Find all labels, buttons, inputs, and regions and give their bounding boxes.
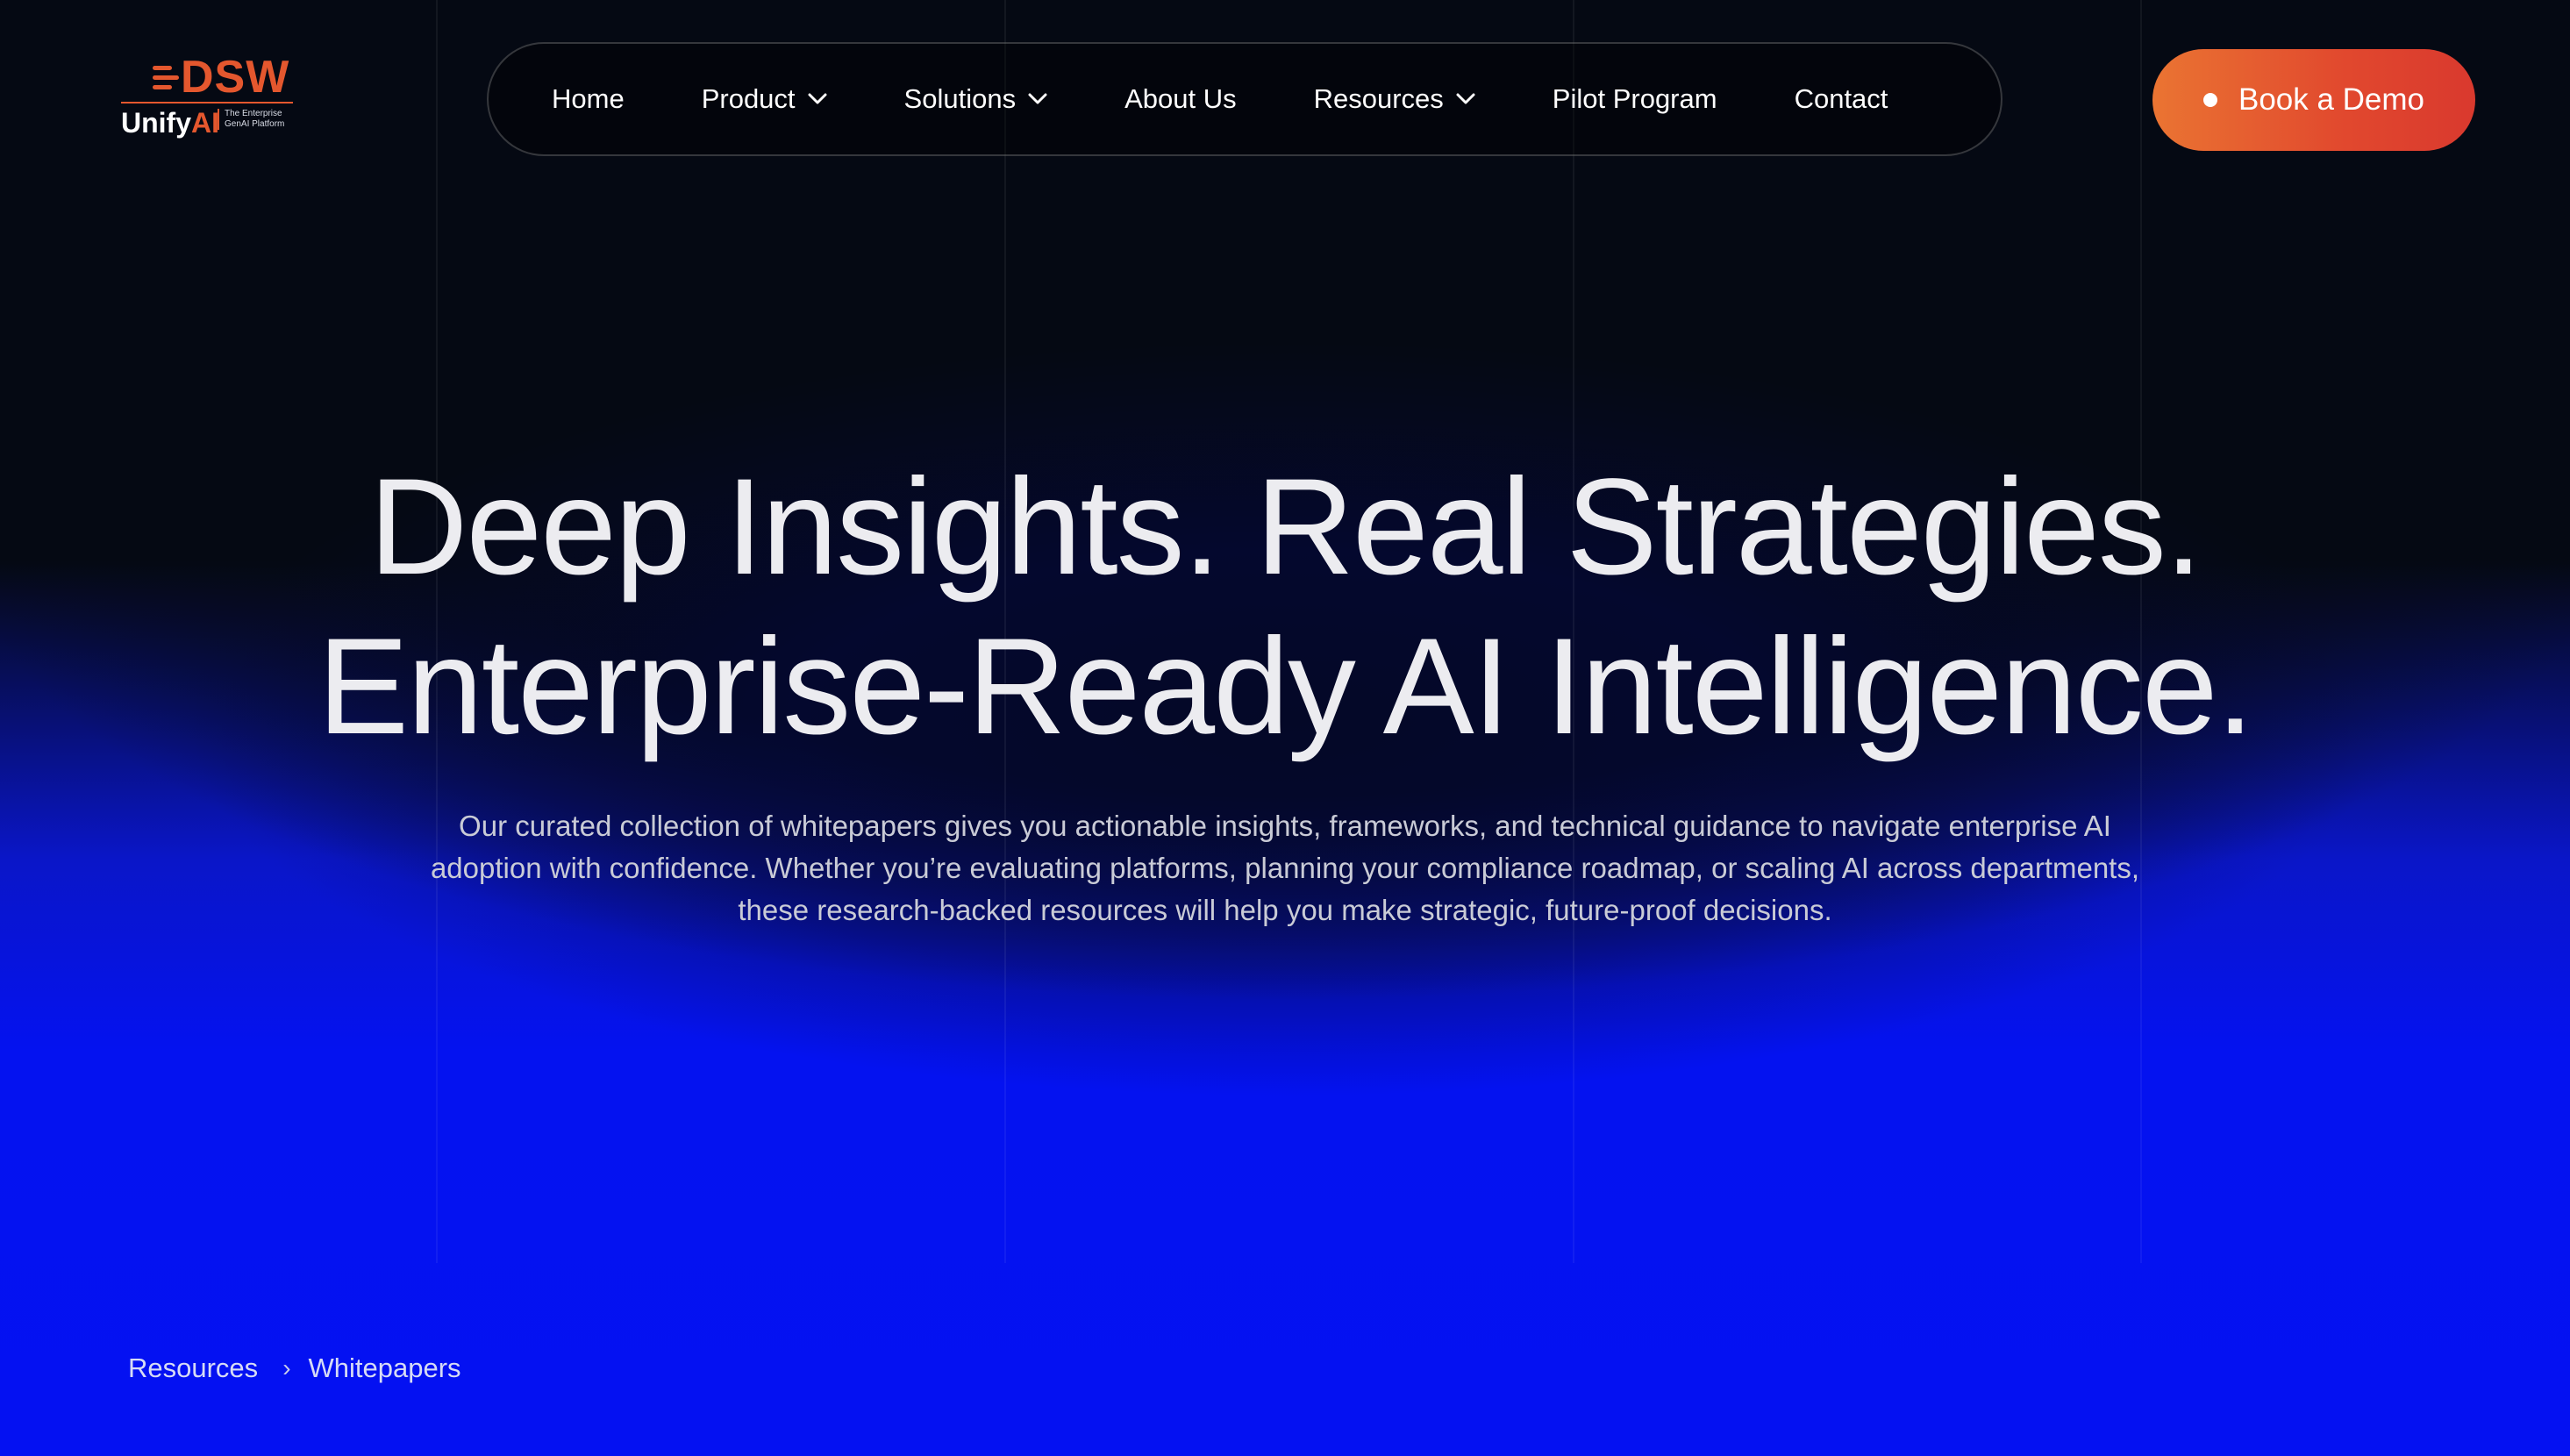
hero-description-line-3: these research-backed resources will hel… (738, 894, 1832, 926)
breadcrumb-whitepapers-link[interactable]: Whitepapers (309, 1353, 461, 1384)
logo-mark-text: DSW (181, 52, 290, 103)
nav-item-product[interactable]: Product (702, 83, 827, 115)
chevron-down-icon (1028, 93, 1047, 104)
chevron-down-icon (1456, 93, 1475, 104)
logo-name: UnifyAI (121, 107, 219, 139)
nav-item-label: Contact (1794, 83, 1888, 114)
breadcrumb: Resources › Whitepapers (128, 1353, 461, 1384)
nav-item-label: Resources (1313, 83, 1444, 114)
nav-item-home[interactable]: Home (552, 83, 625, 115)
nav-item-label: About Us (1124, 83, 1237, 114)
hero-title-line-1: Deep Insights. Real Strategies. (368, 451, 2202, 603)
nav-item-about-us[interactable]: About Us (1124, 83, 1237, 115)
logo-name-accent: AI (191, 107, 219, 139)
nav-item-resources[interactable]: Resources (1314, 83, 1475, 115)
dot-icon (2202, 93, 2217, 107)
hero-description: Our curated collection of whitepapers gi… (386, 805, 2184, 931)
hero-title: Deep Insights. Real Strategies. Enterpri… (0, 447, 2570, 767)
brand-logo[interactable]: DSW UnifyAI The Enterprise GenAI Platfor… (121, 54, 296, 142)
nav-item-label: Solutions (903, 83, 1017, 114)
hero-title-line-2: Enterprise-Ready AI Intelligence. (318, 610, 2254, 763)
logo-tagline: The Enterprise GenAI Platform (218, 109, 303, 130)
book-demo-label: Book a Demo (2238, 82, 2425, 117)
logo-name-text: Unify (121, 107, 191, 139)
logo-mark: DSW (153, 54, 289, 100)
nav-item-label: Home (552, 83, 625, 114)
main-navigation: Home Product Solutions About Us Resource… (487, 42, 2002, 156)
chevron-down-icon (808, 93, 827, 104)
logo-divider (121, 102, 293, 103)
nav-item-label: Pilot Program (1552, 83, 1717, 114)
nav-item-pilot-program[interactable]: Pilot Program (1553, 83, 1717, 115)
nav-item-contact[interactable]: Contact (1795, 83, 1888, 115)
hero-description-line-2: adoption with confidence. Whether you’re… (430, 852, 2140, 884)
breadcrumb-resources-link[interactable]: Resources (128, 1353, 258, 1384)
hero-description-line-1: Our curated collection of whitepapers gi… (459, 810, 2111, 842)
speed-lines-icon (153, 65, 179, 89)
nav-item-solutions[interactable]: Solutions (904, 83, 1048, 115)
breadcrumb-chevron-right-icon: › (282, 1354, 291, 1381)
book-demo-button[interactable]: Book a Demo (2152, 49, 2475, 151)
nav-item-label: Product (701, 83, 796, 114)
